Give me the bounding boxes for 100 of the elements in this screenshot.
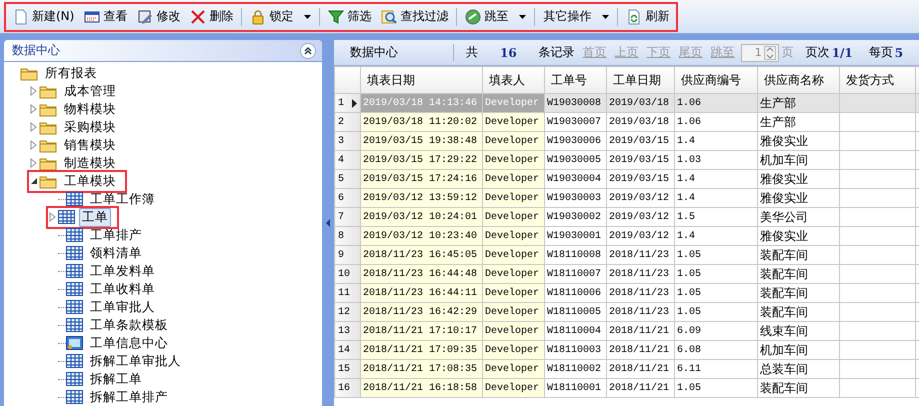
toolbar-button[interactable]: 跳至 (460, 4, 532, 28)
tree-item[interactable]: 拆解工单 (87, 370, 145, 388)
tree-item[interactable]: 所有报表 (42, 64, 100, 82)
table-cell: 2018/11/23 16:42:29 (360, 302, 482, 322)
table-cell: Developer (482, 188, 544, 208)
row-header[interactable]: 15 (334, 360, 360, 378)
tree-item[interactable]: 拆解工单审批人 (87, 352, 184, 370)
tree-item[interactable]: 工单工作簿 (87, 190, 158, 208)
table-icon (66, 372, 83, 386)
row-header[interactable]: 9 (334, 246, 360, 264)
tree-item[interactable]: 物料模块 (61, 100, 119, 118)
panel-title: 数据中心 (334, 44, 454, 61)
expand-arrow-icon[interactable] (48, 212, 58, 222)
tree-item[interactable]: 销售模块 (61, 136, 119, 154)
column-header[interactable]: 填表日期 (360, 66, 482, 94)
tree-item[interactable]: 成本管理 (61, 82, 119, 100)
tree-item[interactable]: 工单发料单 (87, 262, 158, 280)
column-header[interactable]: 填表人 (482, 66, 544, 94)
collapse-button[interactable] (300, 42, 316, 58)
expand-arrow-icon[interactable] (29, 86, 39, 96)
expand-arrow-icon[interactable] (29, 140, 39, 150)
table-cell: 2019/03/12 (606, 208, 674, 226)
table-cell: 装配车间 (758, 302, 840, 322)
table-cell: Developer (482, 208, 544, 226)
column-header[interactable]: 工单日期 (606, 66, 674, 94)
row-header[interactable]: 5 (334, 170, 360, 188)
row-header[interactable]: 16 (334, 378, 360, 398)
row-header[interactable]: 4 (334, 150, 360, 170)
tree-item[interactable]: 工单审批人 (87, 298, 158, 316)
tree-item[interactable]: 拆解工单排产 (87, 388, 171, 406)
table-icon (66, 354, 83, 368)
collapse-arrow-icon[interactable] (29, 176, 39, 186)
row-header[interactable]: 2 (334, 112, 360, 132)
table-cell: 1.05 (674, 264, 758, 284)
row-header[interactable]: 11 (334, 284, 360, 302)
row-header[interactable]: 3 (334, 132, 360, 150)
folder-icon (39, 120, 57, 134)
toolbar-button[interactable]: 新建(N) (8, 4, 80, 28)
tree-item[interactable]: 工单信息中心 (87, 334, 171, 352)
table-icon (66, 318, 83, 332)
table-cell: 1.5 (674, 208, 758, 226)
table-cell: W18110008 (544, 246, 606, 264)
row-header[interactable]: 6 (334, 188, 360, 208)
table-cell: Developer (482, 170, 544, 188)
page-count: 1/1 (832, 46, 853, 60)
table-cell: 1.05 (674, 302, 758, 322)
row-header[interactable]: 1 (334, 94, 360, 112)
close-icon (190, 8, 206, 24)
table-cell: 2018/11/21 17:10:17 (360, 322, 482, 340)
table-cell: Developer (482, 132, 544, 150)
table-cell: 机加车间 (758, 150, 840, 170)
tree-item[interactable]: 工单条款模板 (87, 316, 171, 334)
table-cell: 2019/03/12 (606, 226, 674, 246)
row-header[interactable]: 10 (334, 264, 360, 284)
row-header[interactable]: 14 (334, 340, 360, 360)
table-cell: Developer (482, 94, 544, 112)
tree-item[interactable]: 制造模块 (61, 154, 119, 172)
expand-arrow-icon[interactable] (29, 158, 39, 168)
table-cell: 1.06 (674, 112, 758, 132)
column-header[interactable]: 供应商名称 (758, 66, 840, 94)
toolbar-button[interactable]: 筛选 (323, 4, 376, 28)
column-header[interactable]: 发货方式 (840, 66, 916, 94)
toolbar-button[interactable]: 锁定 (245, 4, 316, 28)
table-cell: W19030001 (544, 226, 606, 246)
tree-item[interactable]: 工单 (79, 208, 111, 226)
expand-arrow-icon[interactable] (29, 122, 39, 132)
window-icon (66, 336, 83, 350)
table-icon (66, 246, 83, 260)
document-icon (13, 8, 29, 24)
row-header[interactable]: 13 (334, 322, 360, 340)
tree-item[interactable]: 领料清单 (87, 244, 145, 262)
table-cell: 生产部 (758, 94, 840, 112)
table-cell: 2018/11/23 (606, 264, 674, 284)
table-cell: 6.09 (674, 322, 758, 340)
column-header[interactable]: 供应商编号 (674, 66, 758, 94)
toolbar-button[interactable]: 删除 (185, 4, 238, 28)
tree-item[interactable]: 工单模块 (61, 172, 119, 190)
toolbar-button[interactable]: 修改 (132, 4, 186, 28)
refresh-icon (626, 8, 642, 24)
tree-item[interactable]: 采购模块 (61, 118, 119, 136)
table-cell: W19030007 (544, 112, 606, 132)
spinner-arrows-icon (764, 46, 776, 60)
table-cell: 雅俊实业 (758, 188, 840, 208)
table-cell: 2018/11/23 (606, 246, 674, 264)
column-header[interactable]: 工单号 (544, 66, 606, 94)
tree-item[interactable]: 工单收料单 (87, 280, 158, 298)
row-header[interactable]: 8 (334, 226, 360, 246)
table-icon (66, 300, 83, 314)
table-cell: 生产部 (758, 112, 840, 132)
toolbar-button[interactable]: 刷新 (621, 4, 674, 28)
row-header[interactable]: 7 (334, 208, 360, 226)
toolbar-button[interactable]: 查找过滤 (376, 4, 454, 28)
table-icon (66, 390, 83, 404)
row-header[interactable]: 12 (334, 302, 360, 322)
expand-arrow-icon[interactable] (29, 104, 39, 114)
tree-item[interactable]: 工单排产 (87, 226, 145, 244)
table-cell: W18110001 (544, 378, 606, 398)
toolbar-button[interactable]: 其它操作 (538, 4, 614, 28)
toolbar-button[interactable]: 查看 (79, 4, 132, 28)
splitter-arrow-icon[interactable] (326, 219, 330, 227)
